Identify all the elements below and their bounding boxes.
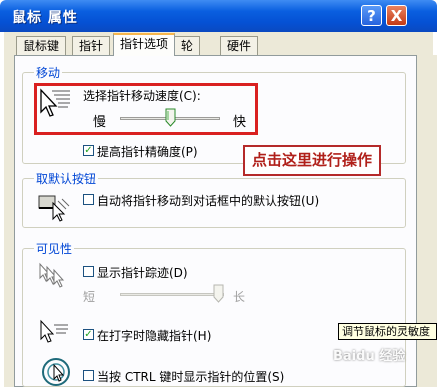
- precision-label: 提高指针精确度(P): [97, 145, 198, 159]
- hide-typing-checkbox[interactable]: ✓: [83, 329, 94, 340]
- ctrl-locate-label: 当按 CTRL 键时显示指针的位置(S): [97, 370, 285, 384]
- pointer-trails-icon: [39, 262, 65, 288]
- trails-label: 显示指针踪迹(D): [97, 266, 188, 280]
- snap-label: 自动将指针移动到对话框中的默认按钮(U): [97, 194, 320, 208]
- tab-wheel[interactable]: 轮: [174, 36, 201, 55]
- window-title: 鼠标 属性: [12, 10, 78, 26]
- snap-to-icon: [38, 195, 70, 222]
- instruction-callout: 点击这里进行操作: [243, 145, 381, 176]
- short-label: 短: [83, 290, 96, 304]
- hide-pointer-icon: [40, 319, 68, 343]
- tab-pointer-options[interactable]: 指针选项: [113, 33, 176, 56]
- close-button[interactable]: X: [386, 5, 407, 26]
- title-bar: 鼠标 属性 ? X: [0, 0, 437, 32]
- hide-typing-label: 在打字时隐藏指针(H): [97, 329, 212, 343]
- visibility-group-label: 可见性: [34, 240, 75, 257]
- highlight-box: [34, 83, 258, 135]
- trails-checkbox[interactable]: [83, 266, 94, 277]
- snap-checkbox[interactable]: [83, 194, 94, 205]
- tooltip: 调节鼠标的灵敏度: [338, 323, 437, 340]
- tab-pointers[interactable]: 指针: [72, 36, 111, 55]
- help-button[interactable]: ?: [361, 5, 382, 26]
- snap-group-label: 取默认按钮: [34, 170, 99, 187]
- motion-group-label: 移动: [34, 64, 63, 81]
- ctrl-locate-icon: [42, 358, 70, 386]
- watermark-logo: Baidu 经验: [333, 349, 406, 364]
- trails-slider-thumb[interactable]: [213, 284, 224, 303]
- tab-hardware[interactable]: 硬件: [220, 36, 259, 55]
- ctrl-locate-checkbox[interactable]: [83, 370, 94, 381]
- trails-slider-track[interactable]: [120, 293, 224, 296]
- tab-buttons[interactable]: 鼠标键: [16, 36, 67, 55]
- long-label: 长: [233, 290, 246, 304]
- visibility-group: [22, 248, 406, 387]
- precision-checkbox[interactable]: ✓: [83, 145, 94, 156]
